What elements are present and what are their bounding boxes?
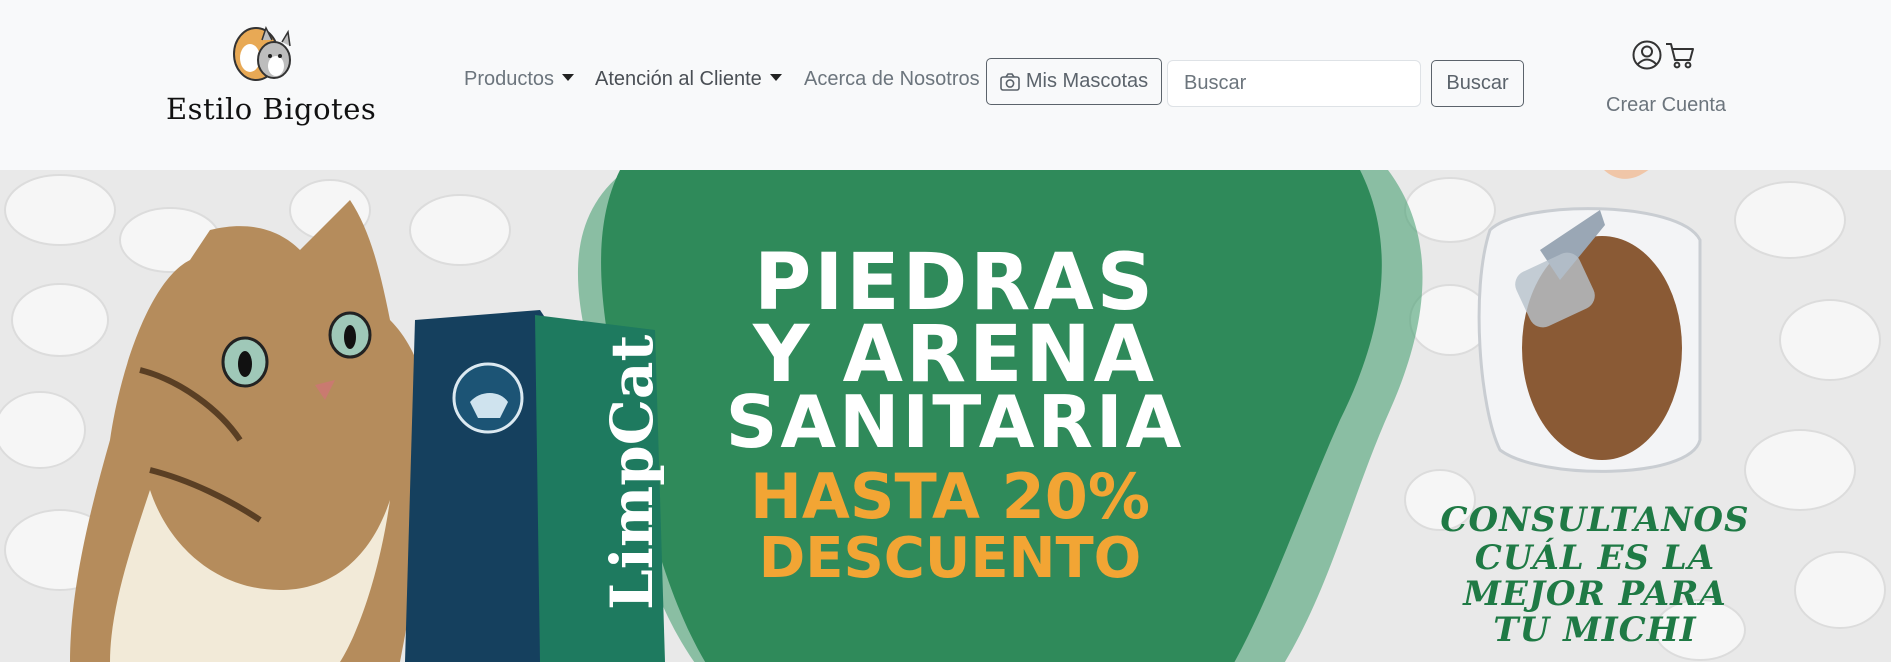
camera-icon: [1000, 72, 1020, 91]
brand-name: Estilo Bigotes: [166, 92, 377, 126]
nav-acerca[interactable]: Acerca de Nosotros: [804, 68, 980, 91]
cart-icon[interactable]: [1665, 40, 1695, 70]
brand-link[interactable]: Estilo Bigotes: [160, 14, 376, 132]
search-button[interactable]: Buscar: [1431, 60, 1524, 107]
nav-atencion-label: Atención al Cliente: [595, 68, 762, 90]
user-icon[interactable]: [1632, 40, 1662, 70]
banner-headline-3: SANITARIA: [725, 380, 1185, 464]
banner-side-line-4: TU MICHI: [1493, 610, 1697, 650]
mis-mascotas-label: Mis Mascotas: [1025, 70, 1149, 92]
banner-promo-1: HASTA 20%: [750, 460, 1150, 533]
pet-logo-icon: [233, 26, 291, 81]
crear-cuenta-link[interactable]: Crear Cuenta: [1606, 94, 1726, 117]
banner-side-line-3: MEJOR PARA: [1463, 574, 1727, 614]
banner-side-line-1: CONSULTANOS: [1440, 500, 1750, 540]
banner-promo-2: DESCUENTO: [758, 526, 1142, 591]
product-brand-text: LimpCat: [598, 334, 666, 610]
nav-atencion-cliente[interactable]: Atención al Cliente: [595, 68, 782, 91]
mis-mascotas-button[interactable]: Mis Mascotas: [986, 58, 1162, 105]
nav-productos[interactable]: Productos: [464, 68, 575, 91]
chevron-down-icon: [769, 74, 782, 82]
promo-banner[interactable]: LimpCat PIEDRAS Y ARENA SANITARIA HASTA …: [0, 170, 1891, 662]
navbar: Estilo Bigotes Productos Atención al Cli…: [0, 0, 1891, 170]
nav-productos-label: Productos: [464, 68, 555, 90]
search-input[interactable]: [1167, 60, 1421, 107]
banner-side-line-2: CUÁL ES LA: [1474, 538, 1716, 578]
page: Estilo Bigotes Productos Atención al Cli…: [0, 0, 1891, 662]
chevron-down-icon: [562, 74, 575, 82]
